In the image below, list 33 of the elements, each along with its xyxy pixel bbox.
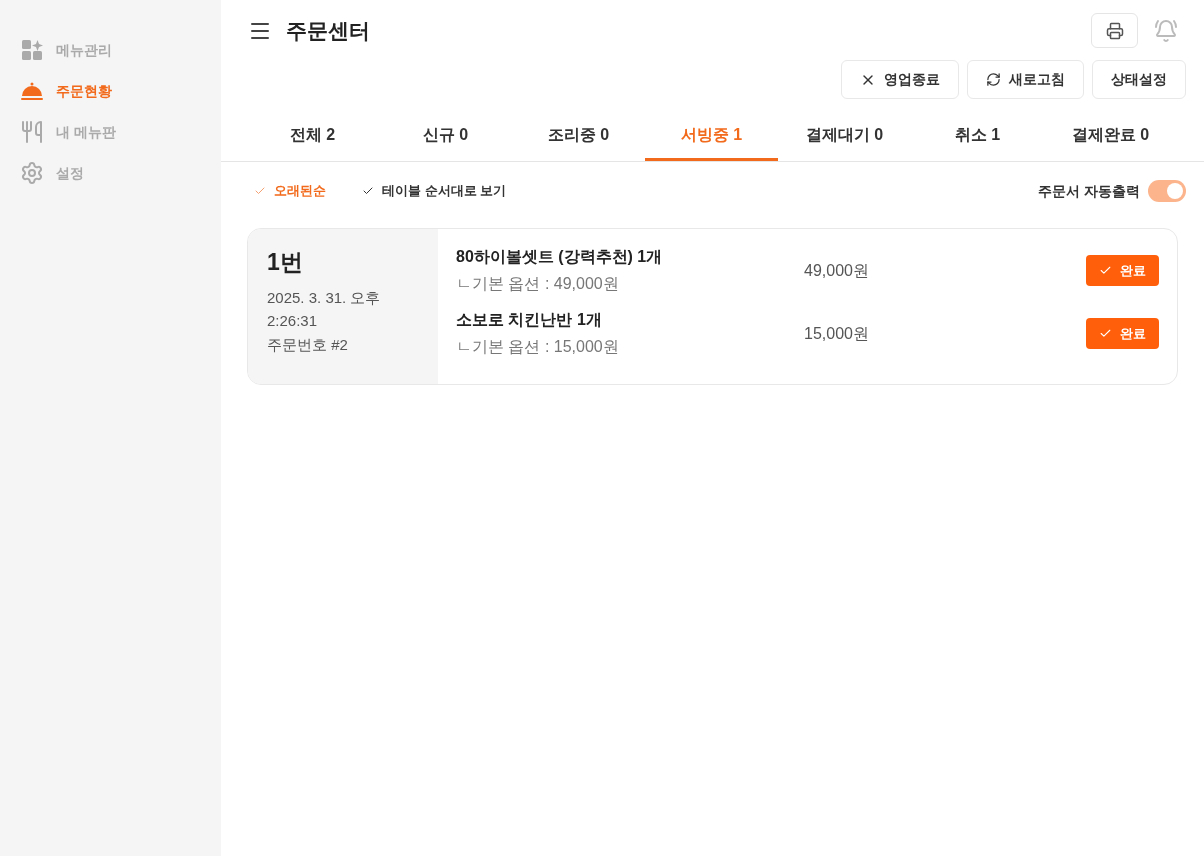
toggle-switch[interactable] [1148, 180, 1186, 202]
sidebar-item-icon [20, 161, 44, 185]
order-time: 2:26:31 [267, 310, 319, 331]
page-title: 주문센터 [286, 17, 370, 44]
check-icon [1099, 264, 1112, 277]
sort-option[interactable]: 테이블 순서대로 보기 [362, 181, 507, 201]
check-icon [362, 185, 374, 197]
tab[interactable]: 결제대기 0 [778, 111, 911, 161]
menu-item-option: ㄴ기본 옵션 : 49,000원 [456, 272, 804, 296]
tab[interactable]: 조리중 0 [512, 111, 645, 161]
sidebar-item-icon [20, 120, 44, 144]
tab[interactable]: 전체 2 [246, 111, 379, 161]
menu-item-option: ㄴ기본 옵션 : 15,000원 [456, 335, 804, 359]
printer-icon [1105, 21, 1124, 40]
menu-item-price: 15,000원 [804, 323, 870, 344]
refresh-icon [986, 72, 1001, 87]
auto-print-label: 주문서 자동출력 [1038, 181, 1140, 201]
check-icon [1099, 327, 1112, 340]
menu-item-name: 소보로 치킨난반 1개 [456, 310, 603, 330]
menu-item-name: 80하이볼셋트 (강력추천) 1개 [456, 247, 664, 267]
table-number: 1번 [267, 248, 304, 277]
order-number: 주문번호 #2 [267, 334, 349, 355]
order-date: 2025. 3. 31. 오후 [267, 287, 382, 308]
tab[interactable]: 신규 0 [379, 111, 512, 161]
tab[interactable]: 결제완료 0 [1044, 111, 1177, 161]
action-button[interactable]: 새로고침 [967, 60, 1084, 99]
sidebar-item-icon [20, 38, 44, 62]
print-button[interactable] [1091, 13, 1138, 48]
tab[interactable]: 취소 1 [911, 111, 1044, 161]
check-icon [254, 185, 266, 197]
menu-item-price: 49,000원 [804, 260, 870, 281]
action-button[interactable]: 영업종료 [841, 60, 959, 99]
action-button[interactable]: 상태설정 [1092, 60, 1186, 99]
